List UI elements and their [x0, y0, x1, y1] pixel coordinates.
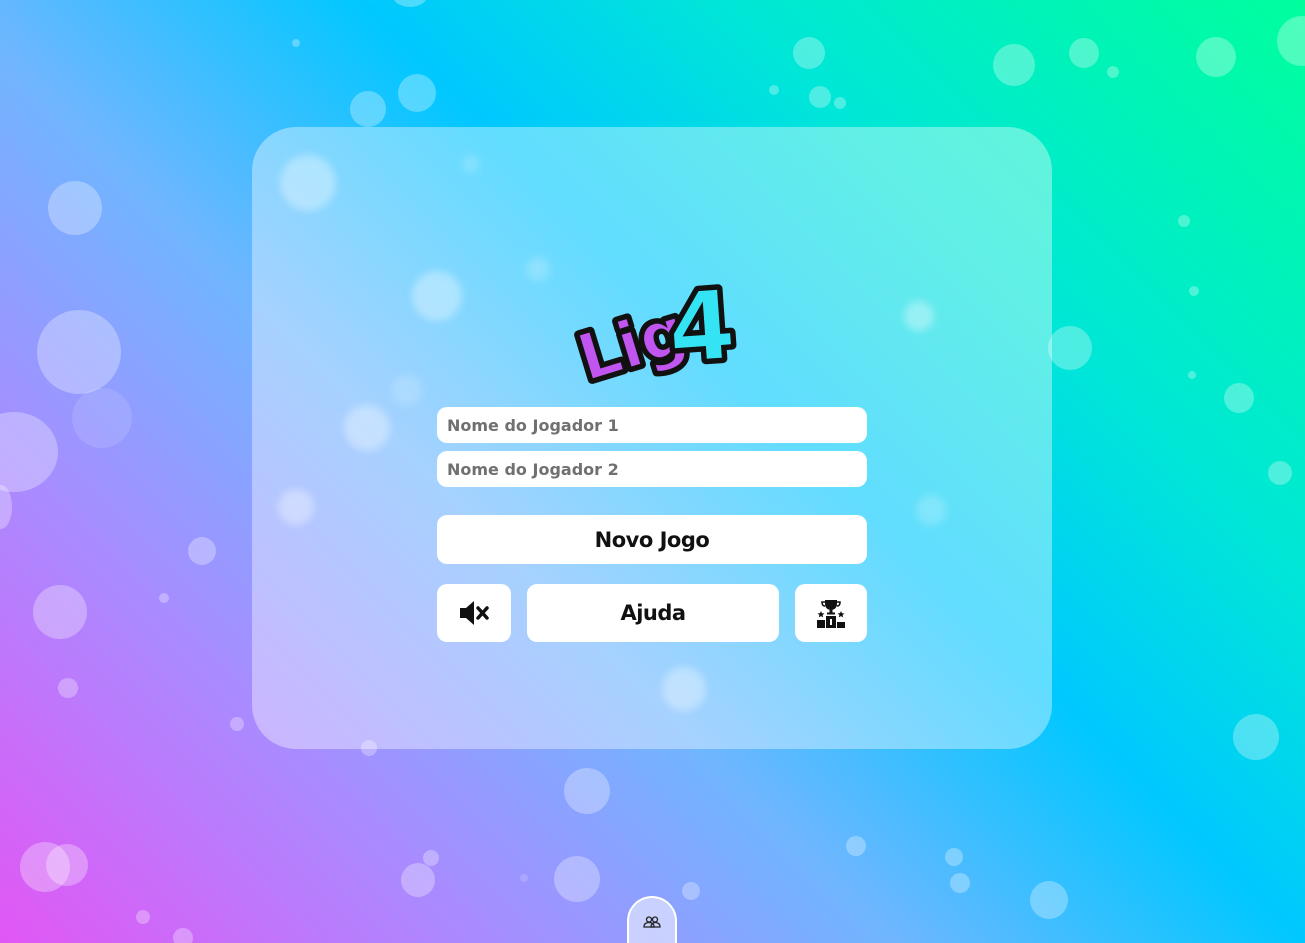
logo-number: 4 — [664, 269, 738, 385]
help-label: Ajuda — [620, 601, 686, 625]
mute-button[interactable] — [437, 584, 511, 642]
help-button[interactable]: Ajuda — [527, 584, 779, 642]
player2-name-input[interactable] — [437, 451, 867, 487]
players-tab[interactable] — [627, 896, 677, 943]
logo-graphic: Lig Lig 4 4 — [565, 264, 743, 401]
trophy-podium-icon — [817, 600, 845, 628]
volume-mute-icon — [460, 601, 489, 625]
users-icon — [643, 916, 661, 928]
new-game-button[interactable]: Novo Jogo — [437, 515, 867, 564]
player1-name-input[interactable] — [437, 407, 867, 443]
game-logo: Lig Lig 4 4 — [565, 264, 743, 401]
new-game-label: Novo Jogo — [594, 527, 710, 552]
ranking-button[interactable] — [795, 584, 867, 642]
